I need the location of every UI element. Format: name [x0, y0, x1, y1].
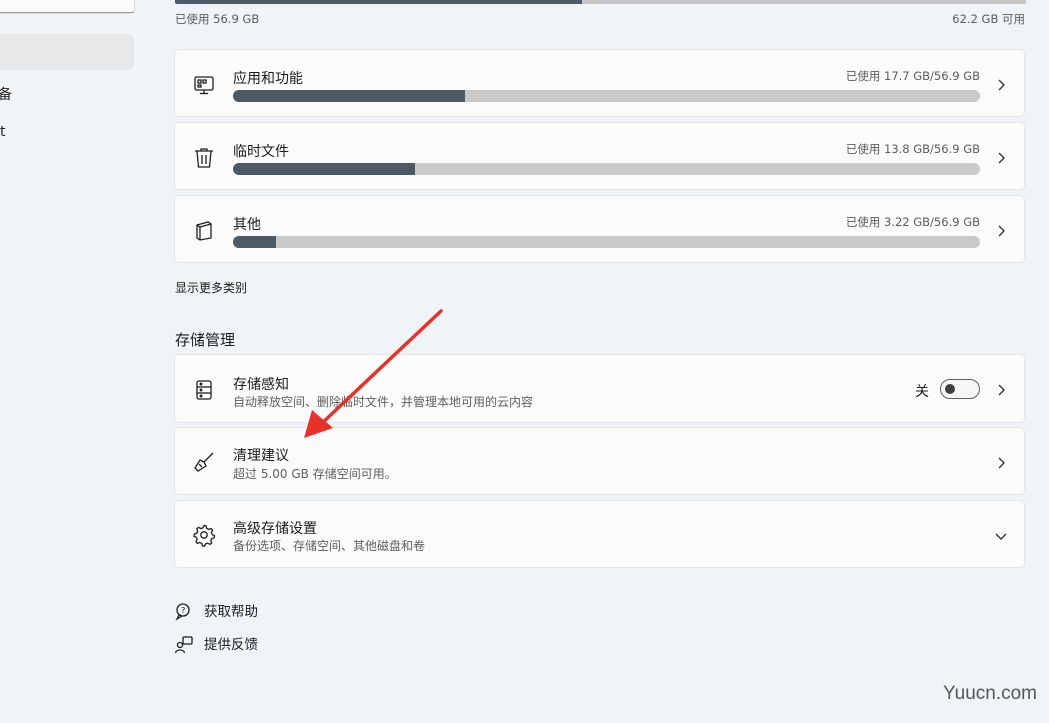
watermark: Yuucn.com	[943, 683, 1037, 704]
annotation-arrow	[304, 309, 443, 438]
